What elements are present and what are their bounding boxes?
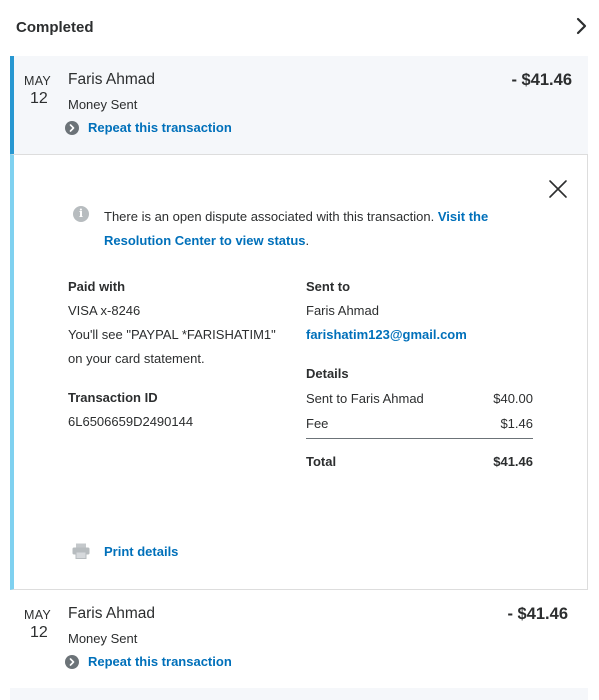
card-value: VISA x-8246 xyxy=(68,303,141,318)
dispute-notice: There is an open dispute associated with… xyxy=(104,205,534,253)
close-icon[interactable] xyxy=(548,179,568,199)
dispute-period: . xyxy=(305,233,310,248)
transaction-amount: - $41.46 xyxy=(507,605,568,623)
printer-icon[interactable] xyxy=(72,543,90,559)
total-label: Total xyxy=(306,454,337,469)
sent-to-label: Sent to xyxy=(306,279,351,294)
line-item-label: Sent to Faris Ahmad xyxy=(306,391,424,406)
transaction-type: Money Sent xyxy=(68,631,138,646)
next-transaction-row xyxy=(10,688,588,700)
transaction-detail-panel: i There is an open dispute associated wi… xyxy=(10,154,588,590)
section-title: Completed xyxy=(16,19,94,36)
section-header: Completed xyxy=(0,0,599,56)
chevron-right-icon[interactable] xyxy=(574,16,590,36)
repeat-transaction-link[interactable]: Repeat this transaction xyxy=(65,120,232,135)
transaction-amount: - $41.46 xyxy=(511,71,572,89)
transaction-row[interactable]: MAY 12 Faris Ahmad Money Sent - $41.46 R… xyxy=(10,56,588,155)
paid-with-label: Paid with xyxy=(68,279,126,294)
transaction-day: 12 xyxy=(30,90,48,107)
statement-line-1: You'll see "PAYPAL *FARISHATIM1" xyxy=(68,327,276,342)
total-value: $41.46 xyxy=(493,454,533,469)
total-divider xyxy=(306,438,533,439)
line-item-value: $40.00 xyxy=(493,391,533,406)
repeat-transaction-label: Repeat this transaction xyxy=(88,120,232,135)
transaction-id-value: 6L6506659D2490144 xyxy=(68,414,194,429)
statement-line-2: on your card statement. xyxy=(68,351,205,366)
repeat-transaction-label: Repeat this transaction xyxy=(88,654,232,669)
fee-label: Fee xyxy=(306,416,329,431)
transaction-row[interactable]: MAY 12 Faris Ahmad Money Sent - $41.46 R… xyxy=(10,590,588,687)
recipient-email-link[interactable]: farishatim123@gmail.com xyxy=(306,327,467,342)
chevron-circle-right-icon xyxy=(65,120,79,135)
details-label: Details xyxy=(306,366,349,381)
recipient-name: Faris Ahmad xyxy=(306,303,379,318)
transaction-month: MAY xyxy=(24,74,52,88)
transaction-name: Faris Ahmad xyxy=(68,605,156,622)
fee-value: $1.46 xyxy=(500,416,533,431)
repeat-transaction-link[interactable]: Repeat this transaction xyxy=(65,654,232,669)
print-details-link[interactable]: Print details xyxy=(104,544,178,559)
transaction-name: Faris Ahmad xyxy=(68,71,156,88)
transaction-type: Money Sent xyxy=(68,97,138,112)
transaction-month: MAY xyxy=(24,608,52,622)
transaction-id-label: Transaction ID xyxy=(68,390,158,405)
chevron-circle-right-icon xyxy=(65,654,79,669)
transaction-day: 12 xyxy=(30,624,48,641)
info-icon: i xyxy=(73,206,89,222)
dispute-message: There is an open dispute associated with… xyxy=(104,209,435,224)
